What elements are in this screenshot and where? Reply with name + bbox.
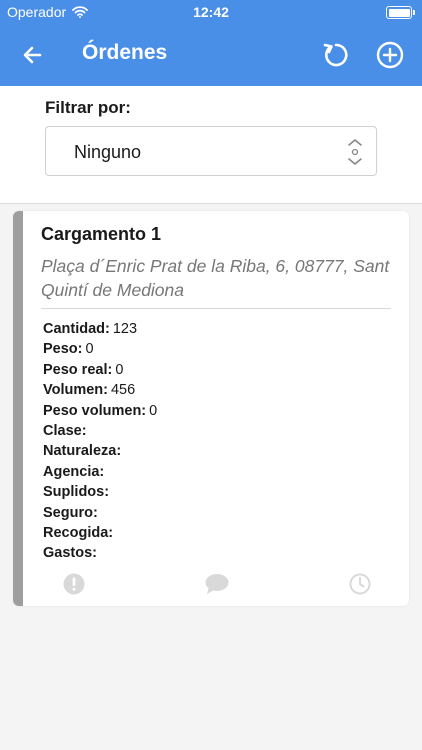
order-field-value: 0	[115, 361, 124, 378]
order-field-row: Suplidos:	[43, 482, 157, 502]
order-field-label: Recogida:	[43, 524, 114, 541]
filter-select[interactable]: Ninguno	[45, 126, 377, 176]
order-fields: Cantidad: 123 Peso: 0 Peso real: 0 Volumen: 456…	[43, 319, 157, 564]
clock-icon[interactable]	[349, 573, 371, 595]
order-address: Plaça d´Enric Prat de la Riba, 6, 08777,…	[41, 256, 390, 300]
back-arrow-icon[interactable]	[18, 40, 48, 70]
order-field-label: Peso real:	[43, 361, 113, 378]
select-arrows-icon	[348, 139, 362, 165]
divider	[41, 308, 391, 309]
battery-icon	[386, 6, 415, 19]
order-field-label: Clase:	[43, 422, 87, 439]
order-field-row: Agencia:	[43, 462, 157, 482]
order-field-row: Volumen: 456	[43, 380, 157, 400]
status-bar: Operador 12:42	[0, 0, 422, 24]
order-field-label: Agencia:	[43, 463, 105, 480]
order-field-row: Clase:	[43, 421, 157, 441]
add-circle-icon[interactable]	[374, 39, 406, 71]
battery-fill	[388, 8, 410, 17]
order-field-row: Cantidad: 123	[43, 319, 157, 339]
order-name: Cargamento 1	[41, 224, 162, 244]
refresh-icon[interactable]	[320, 39, 352, 71]
order-field-label: Suplidos:	[43, 484, 110, 501]
filter-label: Filtrar por:	[45, 98, 131, 117]
order-field-label: Gastos:	[43, 545, 97, 562]
order-field-row: Seguro:	[43, 503, 157, 523]
filter-section: Filtrar por: Ninguno	[0, 86, 422, 204]
order-field-label: Peso:	[43, 341, 83, 358]
order-status-stripe	[13, 211, 23, 606]
order-field-value: 0	[149, 402, 158, 419]
order-field-value: 123	[112, 321, 138, 337]
order-field-row: Peso real: 0	[43, 360, 157, 380]
order-field-row: Peso volumen: 0	[43, 401, 157, 421]
filter-selected-value: Ninguno	[74, 142, 142, 162]
order-field-row: Peso: 0	[43, 339, 157, 359]
order-field-row: Recogida:	[43, 523, 157, 543]
order-card[interactable]: Cargamento 1 Plaça d´Enric Prat de la Ri…	[13, 211, 409, 606]
order-field-row: Naturaleza:	[43, 441, 157, 461]
order-field-label: Seguro:	[43, 504, 98, 521]
order-field-label: Volumen:	[43, 382, 108, 399]
order-field-row: Gastos:	[43, 543, 157, 563]
nav-bar: Órdenes	[0, 24, 422, 86]
alert-icon[interactable]	[63, 573, 85, 595]
order-field-value: 0	[85, 341, 94, 358]
status-time: 12:42	[193, 4, 229, 20]
comment-icon[interactable]	[205, 573, 229, 595]
order-field-label: Naturaleza:	[43, 443, 122, 460]
order-field-label: Peso volumen:	[43, 402, 147, 419]
order-field-label: Cantidad:	[43, 321, 110, 337]
order-field-value: 456	[110, 382, 136, 399]
page-title: Órdenes	[82, 41, 168, 64]
